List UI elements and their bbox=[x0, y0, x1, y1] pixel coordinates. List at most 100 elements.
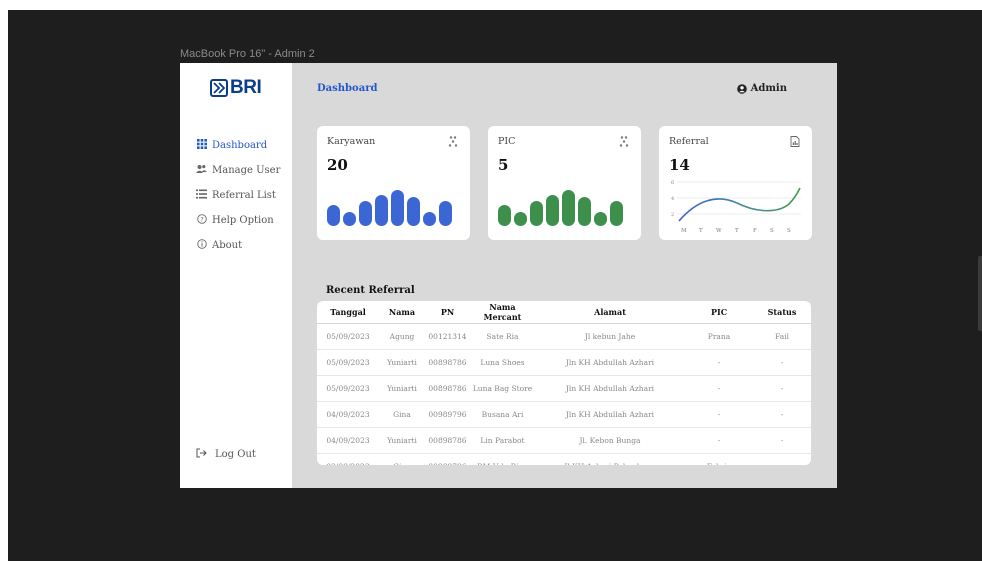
table-cell: Fail bbox=[753, 323, 811, 350]
user-circle-icon bbox=[736, 83, 747, 94]
column-header[interactable]: Nama Mercant bbox=[470, 301, 535, 324]
info-circle-icon bbox=[196, 239, 207, 252]
table-cell: Jl KH Azhari Palembang bbox=[535, 454, 685, 465]
table-cell: - bbox=[685, 427, 753, 454]
admin-user-menu[interactable]: Admin bbox=[736, 83, 787, 94]
table-cell: 00898786 bbox=[425, 349, 470, 376]
table-cell: Lin Parabot bbox=[470, 427, 535, 454]
sidebar-item-help-option[interactable]: ? Help Option bbox=[196, 208, 280, 233]
table-row[interactable]: 05/09/2023 Yuniarti 00898786 Luna Bag St… bbox=[317, 375, 811, 402]
bri-logo[interactable]: BRI bbox=[210, 77, 262, 99]
x-tick-label: T bbox=[735, 228, 739, 234]
bar bbox=[391, 190, 404, 226]
table-cell: Luna Shoes bbox=[470, 349, 535, 376]
column-header[interactable]: PIC bbox=[685, 301, 753, 324]
sidebar-item-label: About bbox=[212, 240, 243, 251]
table-cell: Luna Bag Store bbox=[470, 375, 535, 402]
users-icon bbox=[196, 164, 207, 177]
table-cell: Yuniarti bbox=[379, 375, 425, 402]
sidebar-item-manage-user[interactable]: Manage User bbox=[196, 158, 280, 183]
breadcrumb[interactable]: Dashboard bbox=[317, 83, 377, 94]
pic-card[interactable]: PIC 5 bbox=[488, 126, 641, 240]
table-row[interactable]: 02/09/2023 Gina 00989796 RM Uda Rian Jl … bbox=[317, 454, 811, 465]
y-tick-label: 2 bbox=[671, 212, 674, 218]
x-tick-label: M bbox=[681, 228, 687, 234]
karyawan-bar-graphic bbox=[327, 186, 460, 226]
table-cell: 05/09/2023 bbox=[317, 375, 379, 402]
table-cell: Gina bbox=[379, 454, 425, 465]
table-cell: Agung bbox=[379, 323, 425, 350]
recent-referral-table: Tanggal Nama PN Nama Mercant Alamat PIC … bbox=[317, 301, 811, 465]
sidebar-item-dashboard[interactable]: Dashboard bbox=[196, 133, 280, 158]
table-row[interactable]: 05/09/2023 Agung 00121314 Sate Ria Jl ke… bbox=[317, 323, 811, 350]
table-cell: Jln KH Abdullah Azhari bbox=[535, 349, 685, 376]
table-cell: 05/09/2023 bbox=[317, 349, 379, 376]
grid-icon bbox=[196, 139, 207, 152]
table-cell: - bbox=[753, 349, 811, 376]
bar bbox=[546, 195, 559, 226]
table-header-row: Tanggal Nama PN Nama Mercant Alamat PIC … bbox=[317, 301, 811, 324]
x-tick-label: F bbox=[753, 228, 757, 234]
bar bbox=[359, 201, 372, 226]
table-cell: Jl. Kebon Bunga bbox=[535, 427, 685, 454]
table-cell: Yuniarti bbox=[379, 349, 425, 376]
table-cell: 00898786 bbox=[425, 427, 470, 454]
referral-card[interactable]: Referral 14 6 4 2 M T W T F S S bbox=[659, 126, 812, 240]
referral-line-chart: 6 4 2 M T W T F S S bbox=[671, 180, 801, 234]
table-row[interactable]: 04/09/2023 Gina 00989796 Busana Ari Jln … bbox=[317, 401, 811, 428]
sidebar-item-label: Help Option bbox=[212, 215, 274, 226]
column-header[interactable]: Alamat bbox=[535, 301, 685, 324]
card-title: Referral bbox=[669, 136, 709, 147]
column-header[interactable]: PN bbox=[425, 301, 470, 324]
column-header[interactable]: Nama bbox=[379, 301, 425, 324]
table-cell: 00989796 bbox=[425, 454, 470, 465]
logo-text: BRI bbox=[230, 77, 262, 98]
table-cell: Gina bbox=[379, 401, 425, 428]
column-header[interactable]: Status bbox=[753, 301, 811, 324]
table-cell: RM Uda Rian bbox=[470, 454, 535, 465]
bar bbox=[594, 212, 607, 226]
table-cell: - bbox=[753, 454, 811, 465]
table-cell: Jln KH Abdullah Azhari bbox=[535, 375, 685, 402]
table-cell: 00898786 bbox=[425, 375, 470, 402]
table-cell: Prana bbox=[685, 323, 753, 350]
sidebar: BRI Dashboard Manage User Referral List … bbox=[180, 63, 292, 488]
card-value: 5 bbox=[498, 156, 509, 174]
bri-logo-icon bbox=[210, 79, 228, 97]
table-cell: Jln KH Abdullah Azhari bbox=[535, 401, 685, 428]
bar bbox=[343, 212, 356, 226]
table-cell: Febria bbox=[685, 454, 753, 465]
sidebar-item-label: Manage User bbox=[212, 165, 281, 176]
sidebar-item-about[interactable]: About bbox=[196, 233, 280, 258]
admin-label: Admin bbox=[750, 83, 787, 94]
sidebar-item-referral-list[interactable]: Referral List bbox=[196, 183, 280, 208]
x-tick-label: S bbox=[787, 228, 791, 234]
table-cell: Yuniarti bbox=[379, 427, 425, 454]
pic-bar-graphic bbox=[498, 186, 631, 226]
side-scroll-handle[interactable] bbox=[978, 256, 982, 331]
admin-dashboard-frame: BRI Dashboard Manage User Referral List … bbox=[180, 63, 837, 488]
network-icon bbox=[619, 136, 629, 150]
table-cell: - bbox=[753, 427, 811, 454]
card-title: PIC bbox=[498, 136, 516, 147]
table-cell: 05/09/2023 bbox=[317, 323, 379, 350]
table-cell: Sate Ria bbox=[470, 323, 535, 350]
table-cell: 04/09/2023 bbox=[317, 401, 379, 428]
bar bbox=[375, 195, 388, 226]
bar bbox=[423, 212, 436, 226]
y-tick-label: 6 bbox=[671, 180, 674, 186]
table-row[interactable]: 05/09/2023 Yuniarti 00898786 Luna Shoes … bbox=[317, 349, 811, 376]
referral-trend-line bbox=[678, 187, 801, 222]
recent-referral-title: Recent Referral bbox=[326, 285, 415, 296]
help-circle-icon: ? bbox=[196, 214, 207, 227]
sidebar-item-label: Referral List bbox=[212, 190, 276, 201]
top-bar: Dashboard Admin bbox=[317, 83, 787, 97]
table-row[interactable]: 04/09/2023 Yuniarti 00898786 Lin Parabot… bbox=[317, 427, 811, 454]
table-cell: 00989796 bbox=[425, 401, 470, 428]
karyawan-card[interactable]: Karyawan 20 bbox=[317, 126, 470, 240]
logout-button[interactable]: Log Out bbox=[196, 448, 256, 461]
column-header[interactable]: Tanggal bbox=[317, 301, 379, 324]
table-cell: - bbox=[685, 375, 753, 402]
network-icon bbox=[448, 136, 458, 150]
table-cell: 04/09/2023 bbox=[317, 427, 379, 454]
